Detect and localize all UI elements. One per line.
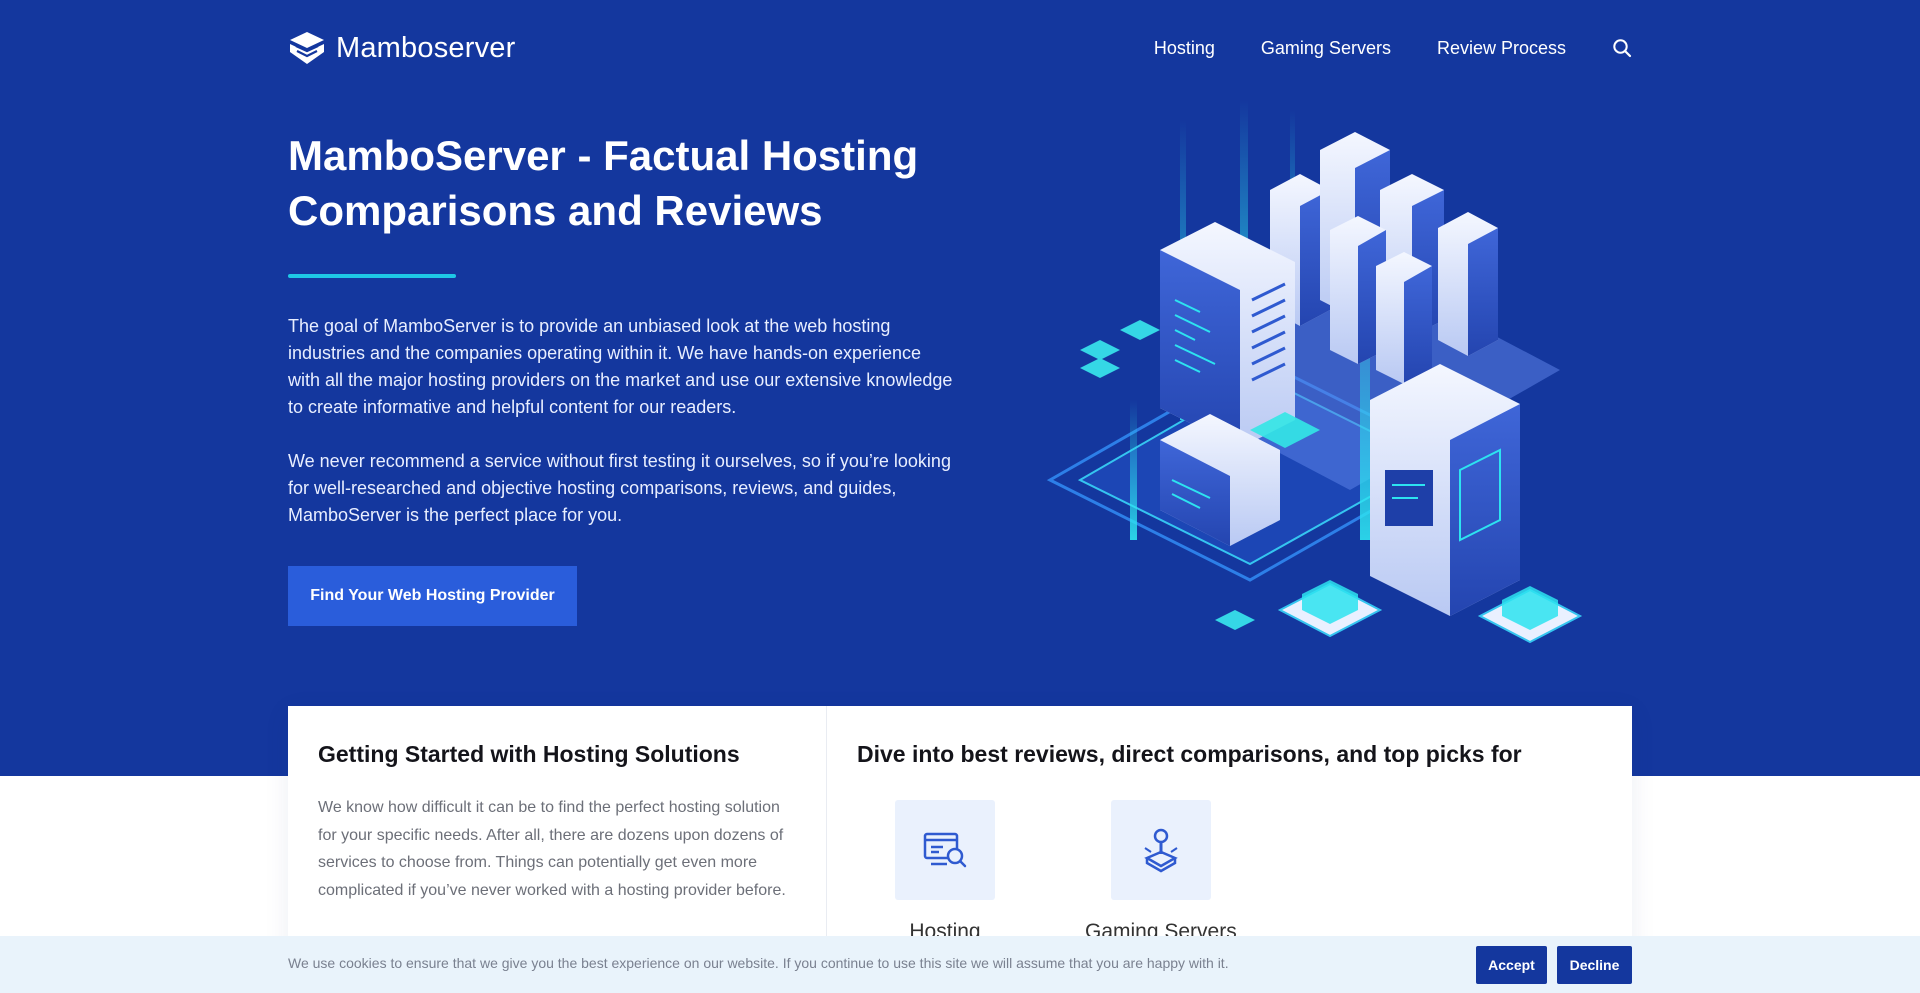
decline-cookies-button[interactable]: Decline	[1557, 946, 1632, 984]
category-hosting[interactable]: Hosting	[895, 800, 995, 944]
logo-mark-icon	[290, 32, 324, 64]
page-title: MamboServer - Factual Hosting Comparison…	[288, 132, 919, 234]
cookie-banner: We use cookies to ensure that we give yo…	[0, 936, 1920, 993]
getting-started-title: Getting Started with Hosting Solutions	[318, 741, 740, 767]
brand-name: Mamboserver	[336, 31, 516, 64]
title-underline	[288, 274, 456, 278]
joystick-icon	[1144, 828, 1178, 873]
hero-paragraph-1: The goal of MamboServer is to provide an…	[288, 316, 953, 417]
main-nav: Hosting Gaming Servers Review Process	[1108, 38, 1632, 59]
nav-item-gaming-servers[interactable]: Gaming Servers	[1261, 38, 1391, 59]
gaming-servers-tile[interactable]	[1110, 800, 1211, 900]
hero-paragraph-2: We never recommend a service without fir…	[288, 451, 951, 525]
accept-cookies-button[interactable]: Accept	[1476, 946, 1547, 984]
nav-item-hosting[interactable]: Hosting	[1154, 38, 1215, 59]
getting-started-text: We know how difficult it can be to find …	[318, 799, 786, 899]
server-illustration	[1046, 100, 1583, 644]
nav-item-review-process[interactable]: Review Process	[1437, 38, 1566, 59]
site-header: Mamboserver Hosting Gaming Servers Revie…	[288, 28, 1632, 68]
category-list: Hosting Gaming Servers	[895, 800, 1602, 944]
cookie-message: We use cookies to ensure that we give yo…	[288, 955, 1229, 971]
categories-title: Dive into best reviews, direct compariso…	[857, 741, 1522, 767]
category-gaming-servers[interactable]: Gaming Servers	[1085, 800, 1237, 944]
hosting-icon	[923, 832, 967, 868]
hosting-tile[interactable]	[895, 800, 995, 900]
search-icon[interactable]	[1612, 38, 1632, 58]
find-hosting-provider-button[interactable]: Find Your Web Hosting Provider	[288, 566, 577, 626]
site-logo[interactable]: Mamboserver	[288, 30, 515, 66]
